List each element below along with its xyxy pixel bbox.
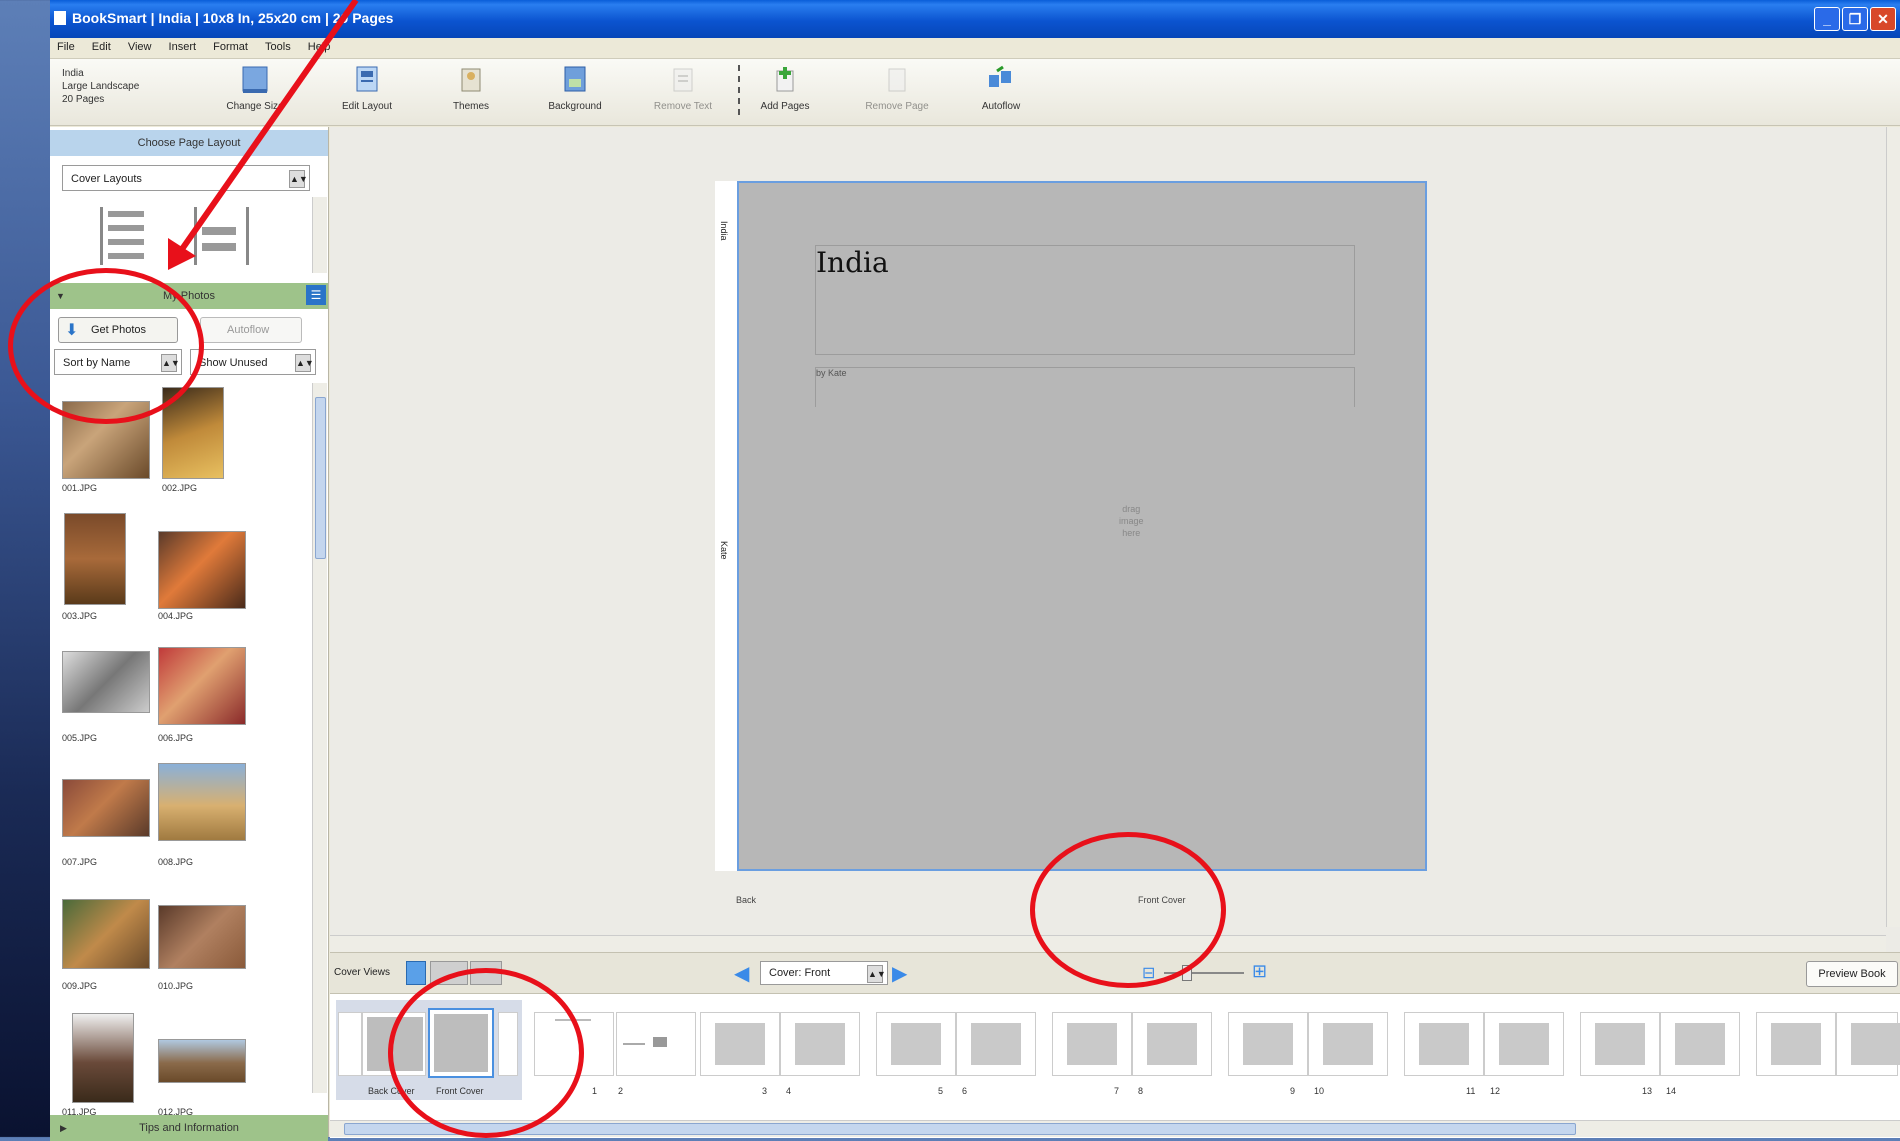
annotation-arrow-line	[177, 0, 359, 254]
annotation-circle-photos	[8, 268, 204, 424]
annotation-layer	[168, 0, 359, 270]
annotation-circle-front-label	[1030, 832, 1226, 988]
annotation-arrowhead	[168, 238, 196, 270]
annotation-circle-filmstrip	[388, 968, 584, 1138]
